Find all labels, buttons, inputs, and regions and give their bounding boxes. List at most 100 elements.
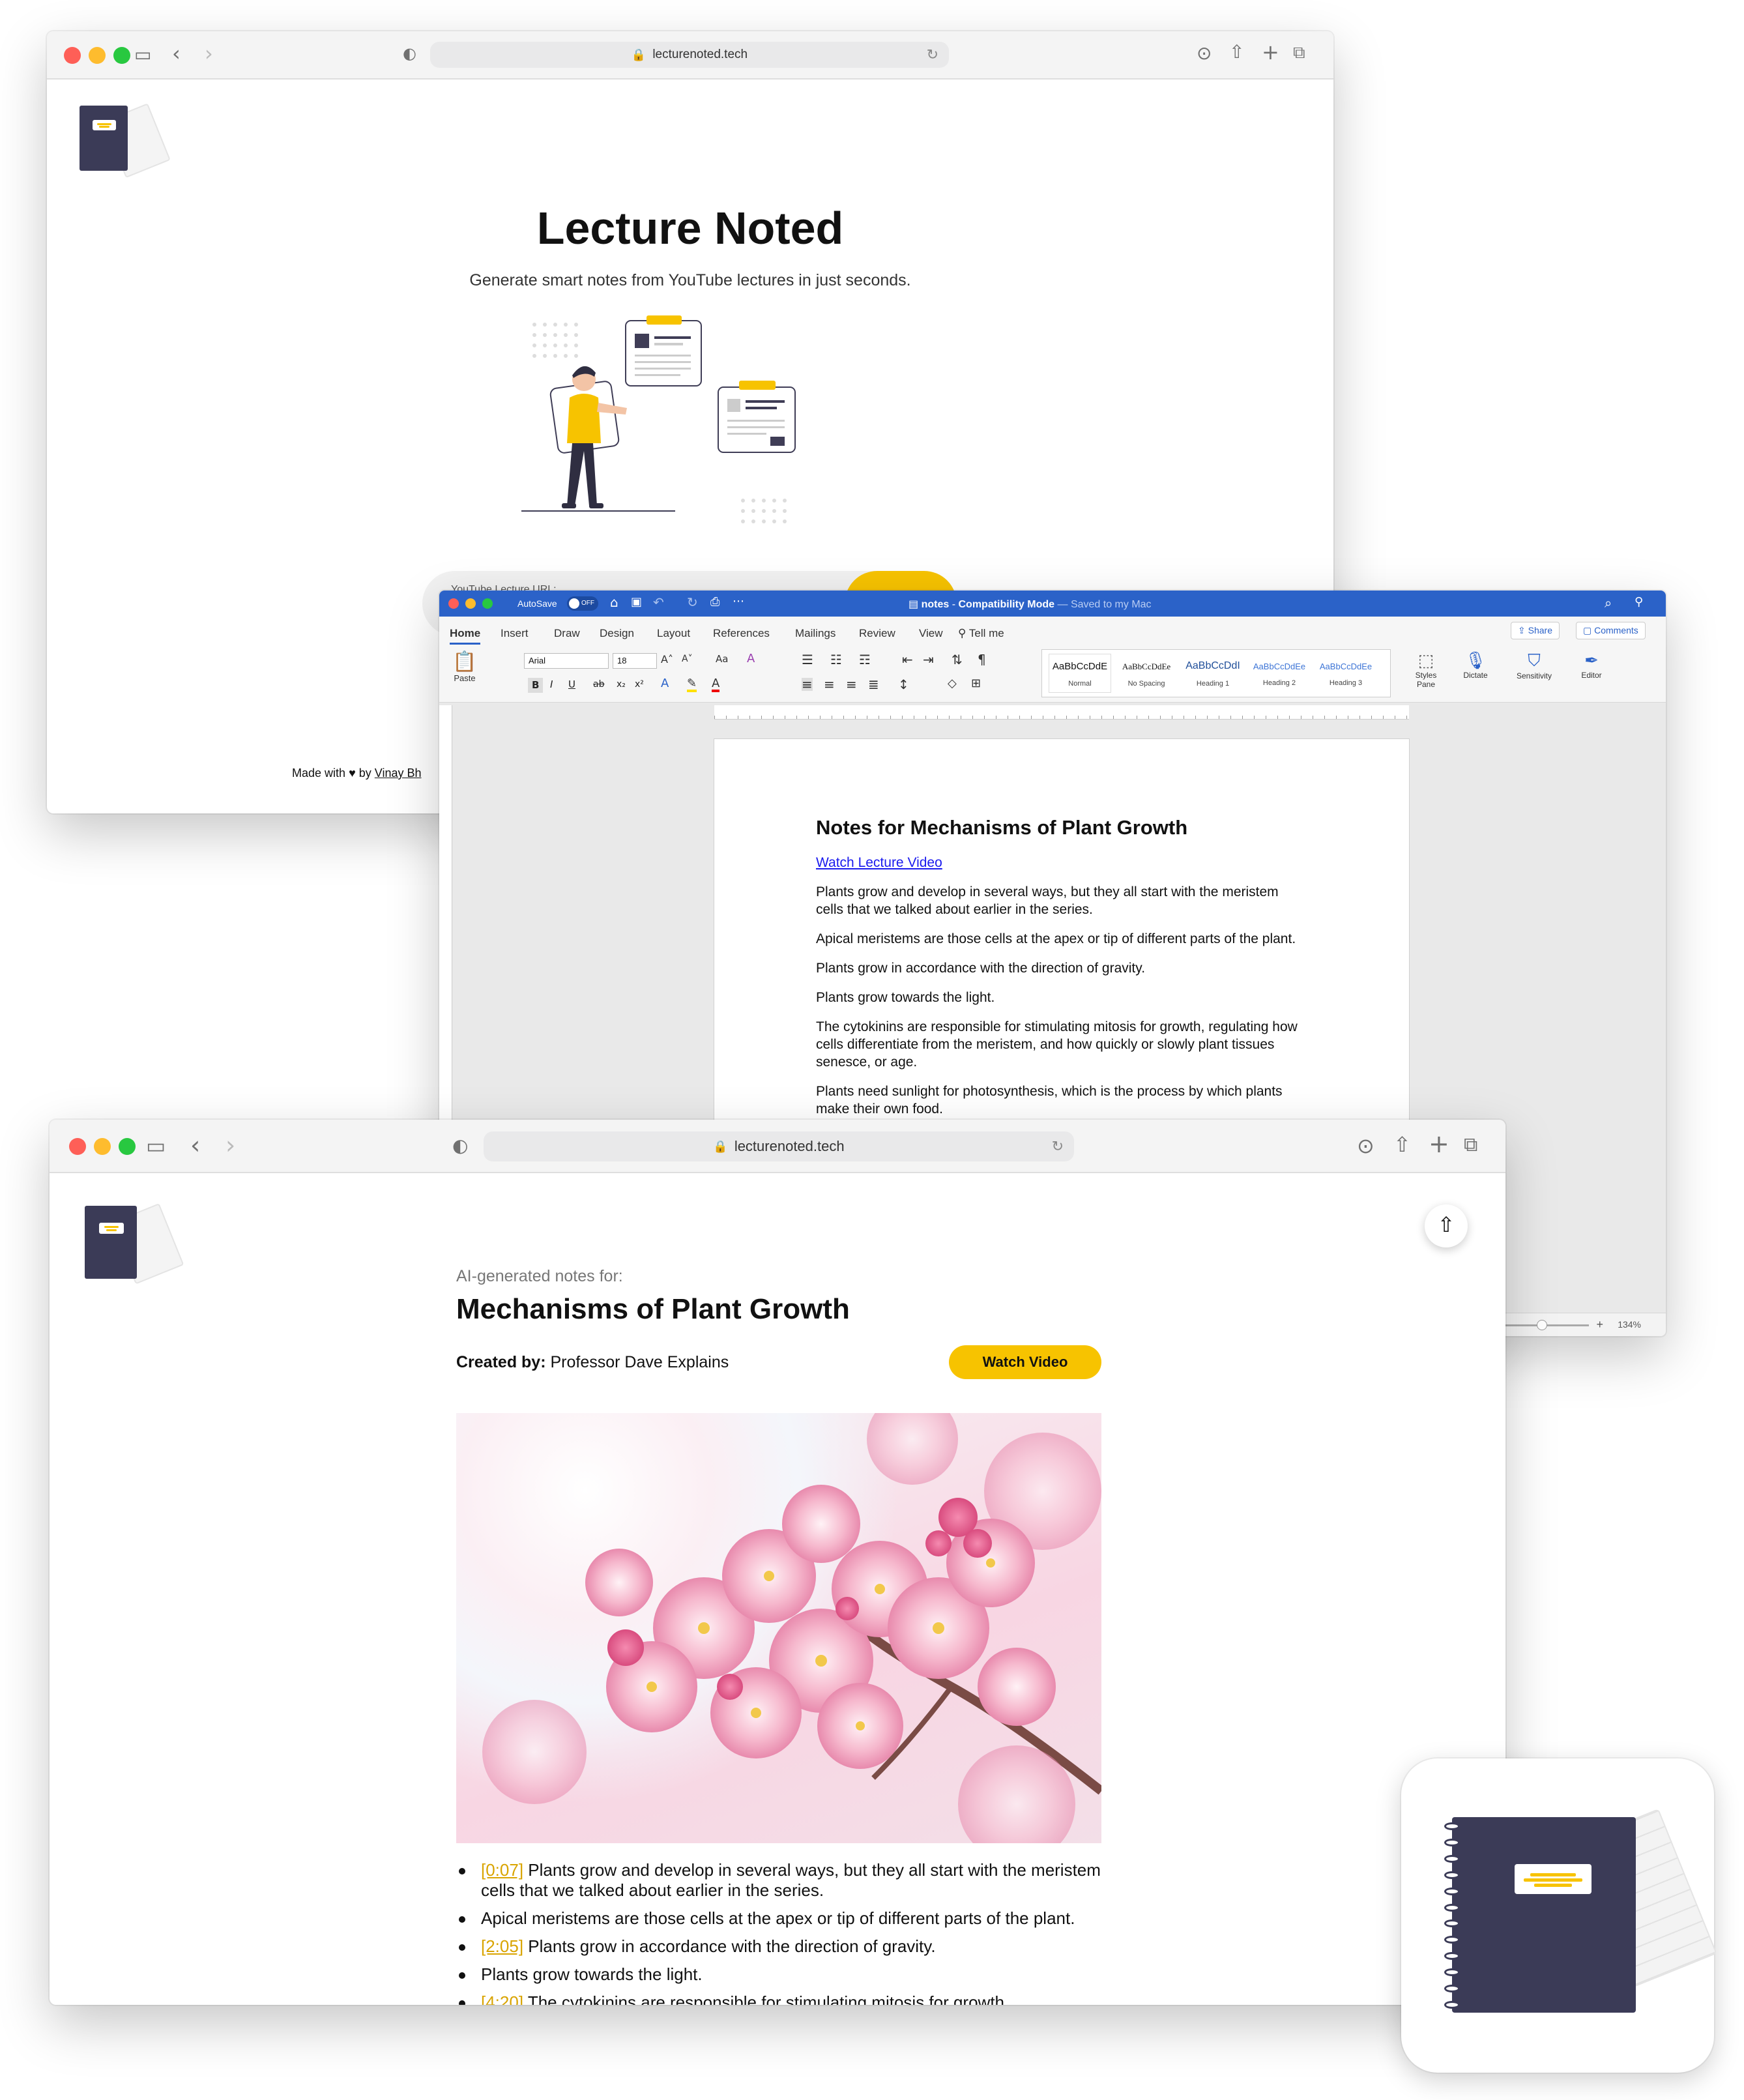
close-button[interactable] xyxy=(64,47,81,64)
new-tab-icon[interactable]: + xyxy=(1429,1131,1449,1156)
sidebar-icon[interactable]: ▭ xyxy=(146,1135,166,1156)
tab-design[interactable]: Design xyxy=(600,627,634,640)
tab-insert[interactable]: Insert xyxy=(501,627,529,640)
collaborate-icon[interactable]: ⚲ xyxy=(1635,596,1643,608)
tab-references[interactable]: References xyxy=(713,627,770,640)
shrink-font-icon[interactable]: A˅ xyxy=(682,654,693,664)
subscript-button[interactable]: x₂ xyxy=(617,680,626,689)
underline-button[interactable]: U xyxy=(568,680,575,690)
timestamp-link[interactable]: [2:05] xyxy=(481,1936,523,1956)
redo-icon[interactable]: ↻ xyxy=(687,596,698,609)
sidebar-icon[interactable]: ▭ xyxy=(134,46,151,64)
timestamp-link[interactable]: [0:07] xyxy=(481,1860,523,1880)
tabs-overview-icon[interactable]: ⧉ xyxy=(1293,44,1305,61)
forward-icon[interactable]: › xyxy=(205,43,213,64)
privacy-shield-icon[interactable]: ◐ xyxy=(403,46,416,61)
home-icon[interactable]: ⌂ xyxy=(610,596,618,609)
download-icon[interactable]: ⊙ xyxy=(1197,44,1212,63)
reload-icon[interactable]: ↻ xyxy=(1052,1138,1064,1155)
doc-video-link[interactable]: Watch Lecture Video xyxy=(816,855,942,870)
minimize-button[interactable] xyxy=(94,1138,111,1155)
align-right-icon[interactable]: ≡ xyxy=(846,678,857,691)
font-name-select[interactable]: Arial xyxy=(524,653,609,669)
tab-home[interactable]: Home xyxy=(450,627,481,645)
highlight-icon[interactable]: ✎ xyxy=(687,678,697,692)
bullets-icon[interactable]: ☰ xyxy=(802,653,813,666)
app-icon-tile[interactable] xyxy=(1401,1758,1717,2073)
zoom-button[interactable] xyxy=(482,598,493,609)
forward-icon[interactable]: › xyxy=(225,1133,235,1158)
tab-draw[interactable]: Draw xyxy=(554,627,580,640)
zoom-in-icon[interactable]: + xyxy=(1596,1318,1603,1332)
comments-button[interactable]: ▢ Comments xyxy=(1576,622,1646,639)
minimize-button[interactable] xyxy=(465,598,476,609)
tell-me-search[interactable]: ⚲ Tell me xyxy=(958,627,1004,640)
decrease-indent-icon[interactable]: ⇤ xyxy=(902,653,913,666)
download-icon[interactable]: ⊙ xyxy=(1357,1135,1374,1156)
zoom-button[interactable] xyxy=(119,1138,136,1155)
close-button[interactable] xyxy=(69,1138,86,1155)
text-effects-icon[interactable]: A xyxy=(661,678,669,690)
sort-icon[interactable]: ⇅ xyxy=(952,653,963,666)
zoom-button[interactable] xyxy=(113,47,130,64)
superscript-button[interactable]: x² xyxy=(635,680,644,689)
zoom-slider[interactable] xyxy=(1498,1320,1589,1330)
bold-button[interactable]: B xyxy=(528,678,544,693)
search-icon[interactable]: ⌕ xyxy=(1605,596,1612,609)
style-normal[interactable]: AaBbCcDdE Normal xyxy=(1049,654,1111,693)
share-icon[interactable]: ⇧ xyxy=(1229,43,1244,61)
address-bar[interactable]: 🔒 lecturenoted.tech ↻ xyxy=(484,1131,1074,1161)
author-link[interactable]: Vinay Bh xyxy=(375,766,422,780)
borders-icon[interactable]: ⊞ xyxy=(971,678,981,690)
clear-format-icon[interactable]: A xyxy=(747,653,755,665)
font-size-select[interactable]: 18 xyxy=(613,653,657,669)
justify-icon[interactable]: ≣ xyxy=(868,678,879,691)
share-icon[interactable]: ⇧ xyxy=(1393,1134,1411,1155)
export-share-button[interactable]: ⇧ xyxy=(1425,1204,1468,1247)
style-heading-2[interactable]: AaBbCcDdEe Heading 2 xyxy=(1248,654,1311,693)
share-button[interactable]: ⇪ Share xyxy=(1511,622,1560,639)
increase-indent-icon[interactable]: ⇥ xyxy=(923,653,934,666)
print-icon[interactable]: ⎙ xyxy=(710,596,719,608)
new-tab-icon[interactable]: + xyxy=(1262,42,1279,63)
back-icon[interactable]: ‹ xyxy=(190,1133,200,1158)
tab-view[interactable]: View xyxy=(919,627,943,640)
font-color-icon[interactable]: A xyxy=(712,678,720,692)
strikethrough-button[interactable]: ab xyxy=(593,680,604,689)
change-case-icon[interactable]: Aa xyxy=(716,654,728,664)
minimize-button[interactable] xyxy=(89,47,106,64)
zoom-level[interactable]: 134% xyxy=(1618,1319,1641,1330)
app-logo[interactable] xyxy=(82,1203,184,1285)
reload-icon[interactable]: ↻ xyxy=(927,46,938,63)
sensitivity-button[interactable]: ⛉ Sensitivity xyxy=(1507,650,1562,680)
back-icon[interactable]: ‹ xyxy=(172,43,181,64)
tabs-overview-icon[interactable]: ⧉ xyxy=(1464,1135,1477,1155)
more-icon[interactable]: ⋯ xyxy=(733,596,744,607)
style-no-spacing[interactable]: AaBbCcDdEe No Spacing xyxy=(1115,654,1178,693)
autosave-toggle[interactable]: OFF xyxy=(567,596,598,611)
grow-font-icon[interactable]: A˄ xyxy=(661,654,673,665)
tab-layout[interactable]: Layout xyxy=(657,627,690,640)
app-logo[interactable] xyxy=(77,103,171,179)
style-heading-3[interactable]: AaBbCcDdEe Heading 3 xyxy=(1315,654,1377,693)
dictate-button[interactable]: 🎙 Dictate xyxy=(1456,650,1495,680)
line-spacing-icon[interactable]: ↕ xyxy=(898,678,909,691)
undo-icon[interactable]: ↶ xyxy=(653,596,664,609)
styles-pane-button[interactable]: ⬚ Styles Pane xyxy=(1406,650,1446,689)
numbering-icon[interactable]: ☷ xyxy=(830,653,842,666)
privacy-shield-icon[interactable]: ◐ xyxy=(452,1137,468,1155)
timestamp-link[interactable]: [4:20] xyxy=(481,1992,523,2005)
italic-button[interactable]: I xyxy=(550,680,553,690)
tab-mailings[interactable]: Mailings xyxy=(795,627,836,640)
horizontal-ruler[interactable] xyxy=(714,705,1409,720)
editor-button[interactable]: ✒ Editor xyxy=(1572,650,1611,680)
align-center-icon[interactable]: ≡ xyxy=(824,678,835,691)
multilevel-list-icon[interactable]: ☶ xyxy=(859,653,871,666)
pilcrow-icon[interactable]: ¶ xyxy=(978,653,986,666)
style-heading-1[interactable]: AaBbCcDdI Heading 1 xyxy=(1182,654,1244,693)
watch-video-button[interactable]: Watch Video xyxy=(949,1345,1101,1379)
address-bar[interactable]: 🔒 lecturenoted.tech ↻ xyxy=(430,42,949,68)
align-left-icon[interactable]: ≡ xyxy=(802,678,813,691)
paste-button[interactable]: 📋 Paste xyxy=(450,650,480,683)
tab-review[interactable]: Review xyxy=(859,627,895,640)
